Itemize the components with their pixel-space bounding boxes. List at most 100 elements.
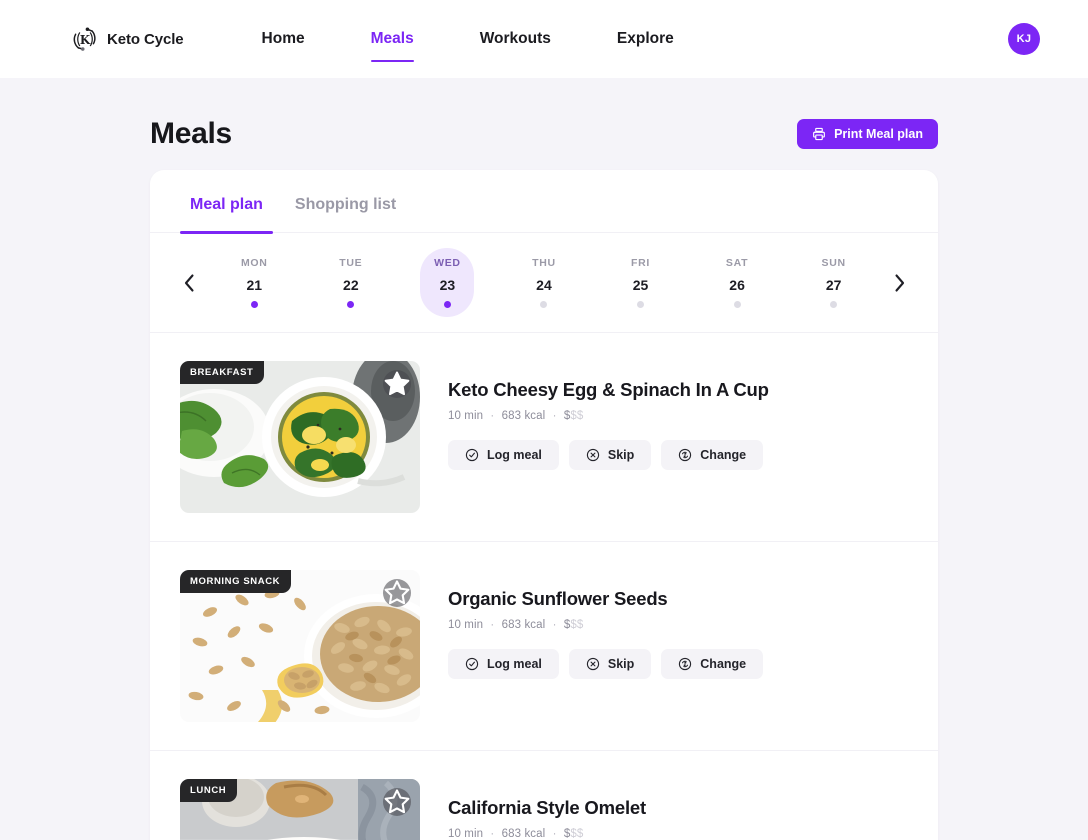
next-week-arrow[interactable]	[882, 266, 916, 300]
change-meal-button[interactable]: Change	[661, 440, 764, 470]
meta-separator: ·	[552, 828, 557, 840]
meta-separator: ·	[552, 410, 557, 422]
check-circle-icon	[465, 448, 479, 462]
day-status-dot	[347, 301, 355, 308]
meal-type-badge: MORNING SNACK	[180, 570, 292, 593]
meal-calories: 683 kcal	[501, 410, 546, 422]
x-circle-icon	[586, 657, 600, 671]
tab-shopping-list[interactable]: Shopping list	[285, 196, 406, 232]
meal-actions: Log meal Skip Change	[448, 649, 908, 679]
meal-details: California Style Omelet 10 min · 683 kca…	[448, 779, 908, 840]
favorite-star-icon[interactable]	[383, 579, 411, 607]
meal-time: 10 min	[448, 410, 484, 422]
check-circle-icon	[465, 657, 479, 671]
top-navigation-bar: K Keto Cycle Home Meals Workouts Explore…	[0, 0, 1088, 78]
day-number: 27	[825, 277, 842, 293]
nav-item-home[interactable]: Home	[229, 24, 338, 54]
day-status-dot	[637, 301, 645, 308]
log-meal-label: Log meal	[487, 448, 542, 462]
meal-price-empty: $$	[570, 828, 584, 840]
svg-text:K: K	[80, 33, 91, 47]
day-label: FRI	[631, 257, 651, 269]
meal-price-empty: $$	[570, 410, 584, 422]
day-mon[interactable]: MON 21	[227, 248, 281, 317]
day-number: 26	[729, 277, 745, 293]
meal-type-badge: BREAKFAST	[180, 361, 265, 384]
meal-row: LUNCH California Style Omelet 10 min · 6…	[150, 751, 938, 840]
day-fri[interactable]: FRI 25	[614, 248, 668, 317]
tab-meal-plan[interactable]: Meal plan	[180, 196, 273, 234]
day-number: 25	[632, 277, 649, 293]
meal-type-badge: LUNCH	[180, 779, 238, 802]
meal-actions: Log meal Skip Change	[448, 440, 908, 470]
meta-separator: ·	[490, 828, 495, 840]
meal-calories: 683 kcal	[501, 828, 546, 840]
skip-meal-button[interactable]: Skip	[568, 440, 652, 470]
nav-item-workouts[interactable]: Workouts	[447, 24, 584, 54]
day-status-dot	[830, 301, 838, 308]
meal-thumbnail[interactable]: MORNING SNACK	[180, 570, 420, 722]
meal-time: 10 min	[448, 828, 484, 840]
log-meal-button[interactable]: Log meal	[448, 649, 559, 679]
day-label: SAT	[725, 257, 749, 269]
x-circle-icon	[586, 448, 600, 462]
change-meal-label: Change	[700, 657, 747, 671]
keto-cycle-logo-icon: K	[70, 24, 100, 54]
page-content: Meals Print Meal plan Meal plan Shopping…	[0, 78, 1088, 840]
meal-title: Keto Cheesy Egg & Spinach In A Cup	[448, 379, 769, 400]
day-label: TUE	[339, 257, 363, 269]
meal-plan-card: Meal plan Shopping list MON 21 TUE 22 WE…	[150, 170, 938, 840]
printer-icon	[812, 127, 826, 141]
day-list: MON 21 TUE 22 WED 23 THU 24 FRI 25 SAT 2…	[206, 248, 882, 317]
log-meal-label: Log meal	[487, 657, 542, 671]
swap-circle-icon	[678, 657, 692, 671]
meal-calories: 683 kcal	[501, 619, 546, 631]
favorite-star-icon[interactable]	[383, 370, 411, 398]
change-meal-label: Change	[700, 448, 747, 462]
day-label: SUN	[821, 257, 846, 269]
meal-meta: 10 min · 683 kcal · $$$	[448, 410, 908, 422]
day-tue[interactable]: TUE 22	[324, 248, 378, 317]
swap-circle-icon	[678, 448, 692, 462]
card-tabs: Meal plan Shopping list	[150, 170, 938, 234]
previous-week-arrow[interactable]	[172, 266, 206, 300]
day-wed[interactable]: WED 23	[420, 248, 475, 317]
nav-item-explore[interactable]: Explore	[584, 24, 707, 54]
day-number: 21	[246, 277, 263, 293]
meal-title: California Style Omelet	[448, 797, 646, 818]
day-status-dot	[250, 301, 258, 308]
brand-name: Keto Cycle	[107, 30, 184, 48]
day-number: 22	[343, 277, 359, 293]
page-header: Meals Print Meal plan	[150, 78, 938, 166]
day-sat[interactable]: SAT 26	[710, 248, 764, 317]
day-status-dot	[540, 301, 548, 308]
day-sun[interactable]: SUN 27	[807, 248, 861, 317]
day-number: 23	[439, 277, 456, 293]
day-label: THU	[532, 257, 556, 269]
page-title: Meals	[150, 117, 232, 150]
log-meal-button[interactable]: Log meal	[448, 440, 559, 470]
brand-logo[interactable]: K Keto Cycle	[70, 24, 184, 54]
meal-row: BREAKFAST Keto Cheesy Egg & Spinach In A…	[150, 333, 938, 542]
favorite-star-icon[interactable]	[383, 788, 411, 816]
meal-details: Organic Sunflower Seeds 10 min · 683 kca…	[448, 570, 908, 722]
meal-price-empty: $$	[570, 619, 584, 631]
meta-separator: ·	[490, 619, 495, 631]
nav-item-meals[interactable]: Meals	[338, 24, 447, 62]
day-selector: MON 21 TUE 22 WED 23 THU 24 FRI 25 SAT 2…	[150, 233, 938, 333]
meta-separator: ·	[552, 619, 557, 631]
change-meal-button[interactable]: Change	[661, 649, 764, 679]
print-meal-plan-button[interactable]: Print Meal plan	[797, 119, 938, 149]
meal-thumbnail[interactable]: BREAKFAST	[180, 361, 420, 513]
user-avatar[interactable]: KJ	[1008, 23, 1040, 55]
skip-meal-label: Skip	[607, 657, 635, 671]
meal-time: 10 min	[448, 619, 484, 631]
skip-meal-label: Skip	[607, 448, 635, 462]
meal-title: Organic Sunflower Seeds	[448, 588, 668, 609]
meal-meta: 10 min · 683 kcal · $$$	[448, 828, 908, 840]
day-status-dot	[733, 301, 741, 308]
day-thu[interactable]: THU 24	[517, 248, 571, 317]
day-label: WED	[434, 257, 461, 269]
meal-thumbnail[interactable]: LUNCH	[180, 779, 420, 840]
skip-meal-button[interactable]: Skip	[568, 649, 652, 679]
